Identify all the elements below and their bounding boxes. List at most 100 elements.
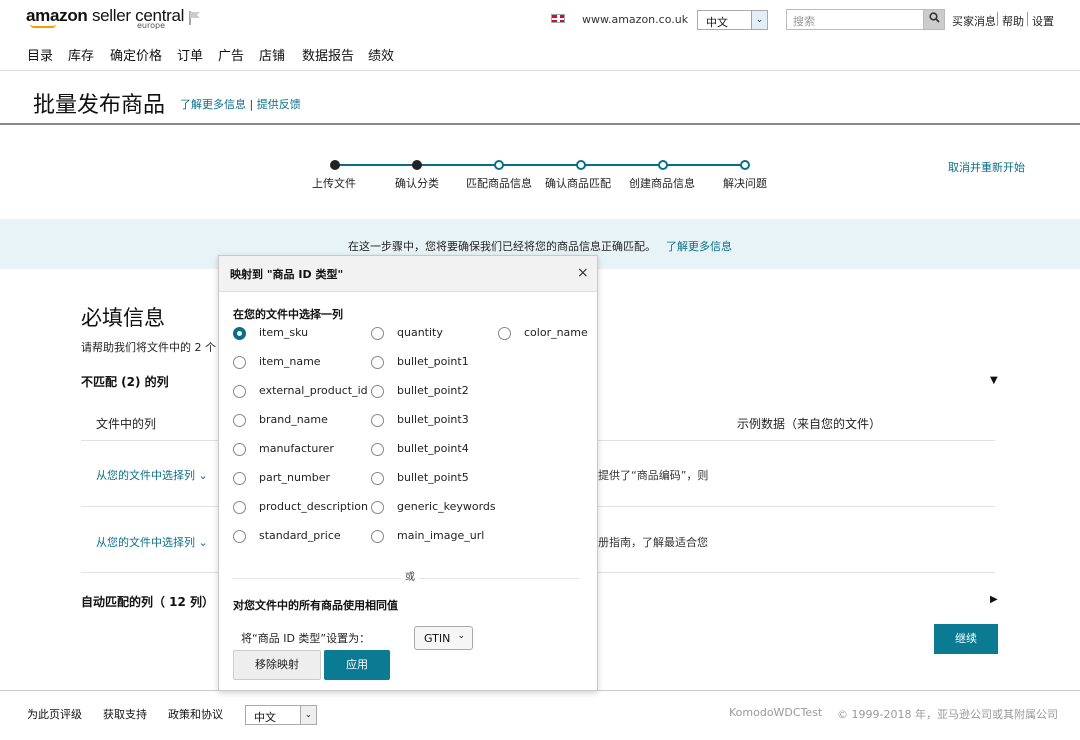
marketplace-url[interactable]: www.amazon.co.uk	[582, 13, 688, 26]
option-label: standard_price	[259, 529, 341, 542]
mapping-modal: 映射到 "商品 ID 类型" × 在您的文件中选择一列 item_sku quan…	[218, 255, 598, 691]
title-links: 了解更多信息 | 提供反馈	[180, 96, 301, 112]
remove-mapping-button[interactable]: 移除映射	[233, 650, 321, 680]
option-label: item_sku	[259, 326, 309, 339]
product-id-type-select[interactable]: GTIN ⌄	[414, 626, 473, 650]
expand-triangle-icon[interactable]: ▼	[990, 375, 998, 386]
account-name: KomodoWDCTest	[729, 706, 823, 719]
option-label: item_name	[259, 355, 321, 368]
option-label: part_number	[259, 471, 330, 484]
step-dot-done	[330, 160, 340, 170]
option-label: quantity	[397, 326, 443, 339]
radio-button[interactable]	[371, 472, 384, 485]
radio-button[interactable]	[371, 414, 384, 427]
radio-button[interactable]	[371, 443, 384, 456]
nav-inventory[interactable]: 库存	[68, 45, 94, 64]
footer-language-select[interactable]: 中文 ⌄	[245, 705, 317, 725]
footer-rate-page-link[interactable]: 为此页评级	[27, 706, 82, 722]
modal-header: 映射到 "商品 ID 类型" ×	[219, 256, 597, 292]
column-header-sample: 示例数据（来自您的文件）	[737, 417, 882, 431]
nav-performance[interactable]: 绩效	[368, 45, 394, 64]
learn-more-link[interactable]: 了解更多信息	[180, 98, 246, 111]
footer-policies-link[interactable]: 政策和协议	[168, 706, 223, 722]
uk-flag-icon	[551, 14, 565, 23]
page-title: 批量发布商品	[33, 93, 166, 118]
expand-triangle-icon[interactable]: ▶	[990, 594, 998, 605]
radio-button[interactable]	[371, 501, 384, 514]
continue-button[interactable]: 继续	[934, 624, 998, 654]
close-icon[interactable]: ×	[577, 265, 589, 281]
option-label: bullet_point4	[397, 442, 469, 455]
nav-orders[interactable]: 订单	[177, 45, 203, 64]
option-label: color_name	[524, 326, 588, 339]
radio-button[interactable]	[233, 327, 246, 340]
set-value-label: 将“商品 ID 类型”设置为：	[241, 632, 371, 645]
divider	[1027, 12, 1028, 26]
radio-button[interactable]	[233, 443, 246, 456]
buyer-messages-link[interactable]: 买家消息	[952, 13, 996, 29]
step-dot	[576, 160, 586, 170]
radio-button[interactable]	[233, 472, 246, 485]
search-button[interactable]	[923, 9, 945, 30]
unmatched-section-title[interactable]: 不匹配 (2) 的列	[81, 373, 169, 390]
nav-pricing[interactable]: 确定价格	[110, 45, 162, 64]
option-label: brand_name	[259, 413, 328, 426]
option-label: bullet_point3	[397, 413, 469, 426]
radio-button[interactable]	[371, 385, 384, 398]
or-separator: 或	[401, 568, 419, 583]
apply-button[interactable]: 应用	[324, 650, 390, 680]
step-label: 上传文件	[312, 177, 356, 190]
chevron-down-icon: ⌄	[198, 469, 208, 482]
restart-link[interactable]: 取消并重新开始	[948, 159, 1025, 175]
choose-column-dropdown[interactable]: 从您的文件中选择列 ⌄	[96, 534, 208, 550]
option-label: bullet_point5	[397, 471, 469, 484]
option-label: main_image_url	[397, 529, 485, 542]
help-link[interactable]: 帮助	[1002, 13, 1024, 29]
nav-advertising[interactable]: 广告	[218, 45, 244, 64]
option-label: manufacturer	[259, 442, 334, 455]
step-label: 确认分类	[395, 177, 439, 190]
radio-button[interactable]	[233, 385, 246, 398]
divider	[0, 123, 1080, 125]
radio-button[interactable]	[498, 327, 511, 340]
choose-column-dropdown[interactable]: 从您的文件中选择列 ⌄	[96, 467, 208, 483]
radio-button[interactable]	[371, 530, 384, 543]
divider	[0, 70, 1080, 71]
radio-button[interactable]	[233, 530, 246, 543]
language-select[interactable]: 中文 ⌄	[697, 10, 768, 30]
modal-title: 映射到 "商品 ID 类型"	[230, 268, 344, 281]
footer-support-link[interactable]: 获取支持	[103, 706, 147, 722]
chevron-down-icon: ⌄	[751, 11, 767, 29]
feedback-link[interactable]: 提供反馈	[257, 98, 301, 111]
sample-note: 提供了“商品编码”，则	[598, 469, 709, 482]
divider	[997, 12, 998, 26]
step-dot	[658, 160, 668, 170]
option-label: bullet_point2	[397, 384, 469, 397]
required-info-heading: 必填信息	[81, 306, 165, 330]
step-label: 解决问题	[723, 177, 767, 190]
settings-link[interactable]: 设置	[1032, 13, 1054, 29]
search-input[interactable]: 搜索	[786, 9, 924, 30]
nav-stores[interactable]: 店铺	[259, 45, 285, 64]
radio-button[interactable]	[371, 327, 384, 340]
radio-button[interactable]	[371, 356, 384, 369]
nav-reports[interactable]: 数据报告	[302, 45, 354, 64]
step-dot-current	[494, 160, 504, 170]
help-text: 请帮助我们将文件中的 2 个	[81, 341, 216, 354]
radio-button[interactable]	[233, 414, 246, 427]
radio-button[interactable]	[233, 356, 246, 369]
flag-icon[interactable]	[188, 10, 202, 25]
chevron-down-icon: ⌄	[457, 631, 465, 641]
banner-learn-more-link[interactable]: 了解更多信息	[666, 238, 732, 254]
copyright: © 1999-2018 年，亚马逊公司或其附属公司	[837, 708, 1058, 721]
search-icon	[928, 12, 940, 23]
logo-region: europe	[137, 21, 165, 30]
nav-catalog[interactable]: 目录	[27, 45, 53, 64]
step-label: 确认商品匹配	[545, 177, 611, 190]
step-dot-done	[412, 160, 422, 170]
radio-button[interactable]	[233, 501, 246, 514]
option-label: bullet_point1	[397, 355, 469, 368]
auto-matched-section-title[interactable]: 自动匹配的列（ 12 列）	[81, 593, 214, 610]
divider: |	[249, 98, 254, 111]
same-value-heading: 对您文件中的所有商品使用相同值	[233, 599, 398, 612]
